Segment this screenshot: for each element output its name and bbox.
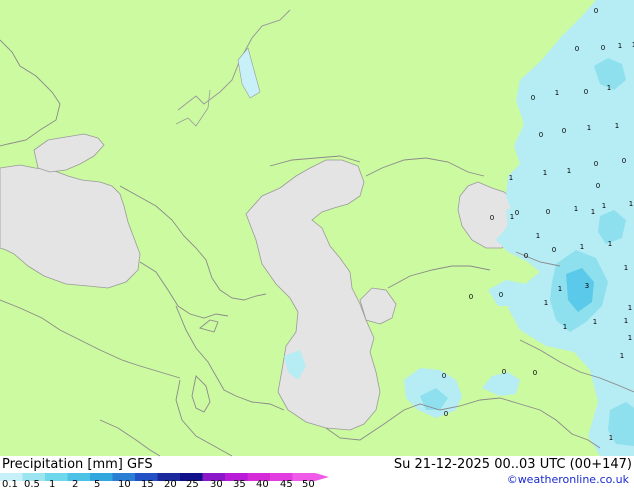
scale-label: 45: [280, 479, 293, 490]
station-value: 0: [596, 182, 600, 190]
scale-label: 5: [94, 479, 101, 490]
station-value: 1: [563, 323, 567, 331]
station-value: 0: [533, 369, 537, 377]
station-value: 1: [544, 299, 548, 307]
station-value: 1: [609, 434, 613, 442]
scale-label: 20: [164, 479, 177, 490]
credit-link[interactable]: ©weatheronline.co.uk: [507, 473, 629, 486]
station-value: 0: [546, 208, 550, 216]
map-title: Precipitation [mm] GFS: [2, 457, 153, 472]
scale-label: 10: [118, 479, 131, 490]
station-value: 0: [594, 160, 598, 168]
station-value: 0: [552, 246, 556, 254]
scale-label: 15: [141, 479, 154, 490]
station-value: 1: [628, 304, 632, 312]
station-value: 1: [629, 200, 633, 208]
scale-label: 40: [256, 479, 269, 490]
station-value: 0: [531, 94, 535, 102]
scale-label: 35: [233, 479, 246, 490]
station-value: 1: [558, 285, 562, 293]
station-value: 1: [591, 208, 595, 216]
station-value: 1: [587, 124, 591, 132]
station-value: 0: [515, 209, 519, 217]
scale-label: 0.1: [2, 479, 18, 490]
station-value: 0: [622, 157, 626, 165]
station-value: 1: [608, 240, 612, 248]
station-value: 1: [509, 174, 513, 182]
station-value: 1: [580, 243, 584, 251]
precipitation-map: 0100110101010011010101011011001310011101…: [0, 0, 634, 481]
station-value: 0: [490, 214, 494, 222]
station-value: 0: [502, 368, 506, 376]
station-value: 3: [585, 282, 589, 290]
station-value: 1: [602, 202, 606, 210]
station-value: 1: [620, 352, 624, 360]
station-value: 0: [575, 45, 579, 53]
station-value: 1: [618, 42, 622, 50]
station-value: 0: [539, 131, 543, 139]
scale-arrow: [315, 473, 329, 481]
scale-label: 1: [49, 479, 56, 490]
scale-label: 25: [186, 479, 199, 490]
station-value: 1: [510, 213, 514, 221]
station-value: 1: [607, 84, 611, 92]
scale-label: 30: [210, 479, 223, 490]
station-value: 0: [584, 88, 588, 96]
station-value: 1: [536, 232, 540, 240]
station-value: 1: [628, 334, 632, 342]
station-value: 1: [543, 169, 547, 177]
station-value: 1: [593, 318, 597, 326]
station-value: 1: [555, 89, 559, 97]
station-value: 0: [469, 293, 473, 301]
station-value: 0: [594, 7, 598, 15]
station-value: 0: [499, 291, 503, 299]
scale-label: 2: [72, 479, 79, 490]
station-value: 0: [444, 410, 448, 418]
station-value: 1: [615, 122, 619, 130]
scale-label: 50: [302, 479, 315, 490]
station-value: 1: [624, 264, 628, 272]
station-value: 0: [562, 127, 566, 135]
station-value: 1: [624, 317, 628, 325]
station-value: 0: [442, 372, 446, 380]
station-value: 1: [574, 205, 578, 213]
station-value: 1: [567, 167, 571, 175]
station-value: 0: [601, 44, 605, 52]
station-value: 0: [524, 252, 528, 260]
weather-map: 0100110101010011010101011011001310011101…: [0, 0, 634, 490]
map-datetime: Su 21-12-2025 00..03 UTC (00+147): [393, 457, 632, 472]
scale-swatch: [67, 473, 90, 481]
scale-label: 0.5: [24, 479, 40, 490]
